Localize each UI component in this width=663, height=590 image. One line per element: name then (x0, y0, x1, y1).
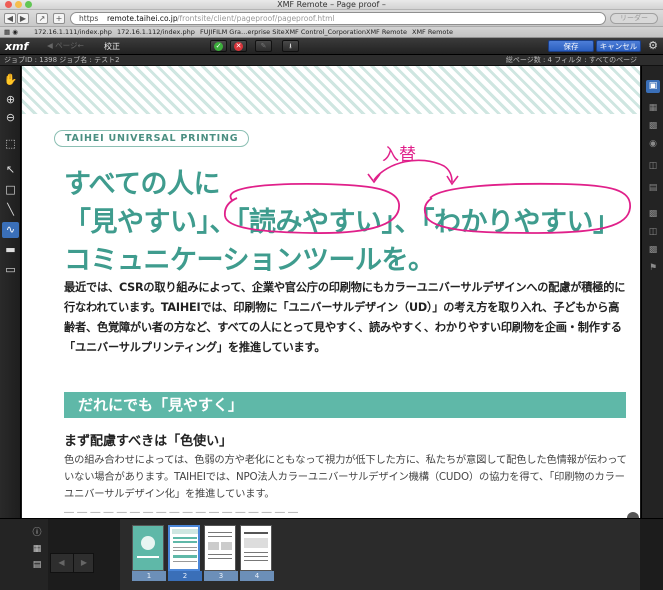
headline-line-3: コミュニケーションツールを。 (64, 245, 435, 276)
back-button[interactable]: ◀ (4, 13, 16, 24)
color-paragraph: 色の組み合わせによっては、色弱の方や老化にともなって視力が低下した方に、私たちが… (64, 454, 627, 500)
reject-button[interactable]: ✕ (230, 40, 247, 52)
xmf-logo: xmf (5, 40, 29, 53)
page-number-1: 1 (132, 571, 166, 581)
app-toolbar: xmf ◀ ページ← 校正 ✓ ✕ ✎ ⭳ 保存 キャンセル ⚙ (0, 38, 663, 55)
bookmarks-bar: ▦ ◉ 172.16.1.111/index.php 172.16.1.112/… (0, 27, 663, 38)
page-thumbnail-1[interactable] (132, 525, 164, 571)
freehand-tool-icon[interactable]: ∿ (2, 222, 19, 238)
back-icon: ◀ (6, 14, 14, 23)
forward-icon: ▶ (19, 14, 27, 23)
annotation-arrowhead-right (446, 175, 459, 186)
right-panel: ▣ ▦ ▩ ◉ ◫ ▤ ▩ ◫ ▩ ⚑ (641, 66, 663, 518)
thumbnail-panel: ⓘ ▦ ▤ ◀ ▶ 1 2 3 4 (0, 518, 663, 590)
headline-line-2: 「見やすい」、「読みやすい」、「わかりやすい」 (64, 207, 620, 238)
bookmark-item[interactable]: 172.16.1.112/index.php (117, 28, 195, 36)
bookmark-item[interactable]: XMF Control_Corporation (285, 28, 366, 36)
section-title: だれにでも「見やすく」 (78, 396, 244, 414)
download-button[interactable]: ⭳ (282, 40, 299, 52)
bookmark-item[interactable]: XMF Remote (366, 28, 407, 36)
reader-button[interactable]: リーダー (610, 13, 658, 24)
tool-palette: ✋ ⊕ ⊖ ⬚ ↖ □ ╲ ∿ ▬ ▭ (0, 66, 21, 518)
info-icon[interactable]: ⓘ (31, 527, 43, 539)
address-field[interactable]: https remote.taihei.co.jp /frontsite/cli… (70, 12, 606, 25)
bookmarks-book-icon[interactable]: ▦ ◉ (4, 28, 18, 36)
brand-pill: TAIHEI UNIVERSAL PRINTING (54, 130, 250, 147)
page-filter-info: 総ページ数 : 4 フィルタ : すべてのページ (505, 56, 637, 64)
page-number-3: 3 (204, 571, 238, 581)
densitometer-icon[interactable]: ▤ (646, 182, 660, 195)
save-button[interactable]: 保存 (548, 40, 594, 52)
headline-line-1: すべての人に (64, 169, 221, 200)
approve-button[interactable]: ✓ (210, 40, 227, 52)
page-view-icon[interactable]: ▣ (646, 80, 660, 93)
layers-icon[interactable]: ▦ (646, 102, 660, 115)
page-thumbnail-2[interactable] (168, 525, 200, 571)
rectangle-tool-icon[interactable]: □ (2, 182, 19, 198)
mode-label: 校正 (104, 42, 120, 51)
previous-page-button[interactable]: ◀ ページ← (47, 40, 97, 52)
pan-tool-icon[interactable]: ✋ (2, 72, 19, 88)
gear-icon[interactable]: ⚙ (646, 39, 660, 53)
checkmark-icon: ✓ (214, 42, 223, 51)
compare-icon[interactable]: ◫ (646, 160, 660, 173)
pager-prev-button[interactable]: ◀ (51, 554, 72, 572)
section-header: だれにでも「見やすく」 (64, 392, 626, 418)
browser-toolbar: ◀ ▶ ↗ + https remote.taihei.co.jp /front… (0, 10, 663, 27)
thumbnail-strip: 1 2 3 4 (120, 519, 640, 590)
bookmark-item[interactable]: FUJIFILM Gra…erprise Site (200, 28, 285, 36)
arrow-tool-icon[interactable]: ↖ (2, 162, 19, 178)
annotation-arrowhead-left (367, 173, 381, 184)
page-pager: ◀ ▶ (50, 553, 94, 573)
grid-view-icon[interactable]: ▩ (646, 208, 660, 221)
share-icon: ↗ (38, 14, 46, 23)
zoom-out-icon[interactable]: ⊖ (2, 110, 19, 126)
url-path: /frontsite/client/pageproof/pageproof.ht… (177, 14, 335, 23)
note-tool-icon[interactable]: ▬ (2, 242, 19, 258)
subheading: まず配慮すべきは「色使い」 (64, 434, 233, 449)
share-button[interactable]: ↗ (36, 13, 48, 24)
cross-icon: ✕ (234, 42, 243, 51)
cut-off-text: ― ― ― ― ― ― ― ― ― ― ― ― ― ― ― ― ― ― (64, 510, 299, 516)
bookmark-item[interactable]: 172.16.1.111/index.php (34, 28, 112, 36)
page-number-2: 2 (168, 571, 202, 581)
pages-icon[interactable]: ▦ (31, 543, 43, 555)
job-info: ジョブID : 1398 ジョブ名 : テスト2 (4, 56, 120, 64)
two-page-icon[interactable]: ◫ (646, 226, 660, 239)
page-proof-viewer[interactable]: TAIHEI UNIVERSAL PRINTING すべての人に 「見やすい」、… (22, 66, 640, 518)
pencil-icon: ✎ (260, 42, 267, 50)
new-tab-button[interactable]: + (53, 13, 65, 24)
page-thumbnail-3[interactable] (204, 525, 236, 571)
url-host: remote.taihei.co.jp (107, 14, 178, 23)
bookmark-item[interactable]: XMF Remote (412, 28, 453, 36)
annotation-swap-label: 入替 (382, 145, 416, 165)
color-picker-icon[interactable]: ◉ (646, 138, 660, 151)
page-thumbnail-4[interactable] (240, 525, 272, 571)
forward-button[interactable]: ▶ (17, 13, 29, 24)
separations-icon[interactable]: ▩ (646, 120, 660, 133)
pager-next-button[interactable]: ▶ (73, 554, 94, 572)
line-tool-icon[interactable]: ╲ (2, 202, 19, 218)
intro-paragraph: 最近では、CSRの取り組みによって、企業や官公庁の印刷物にもカラーユニバーサルデ… (64, 281, 626, 354)
flag-icon[interactable]: ⚑ (646, 262, 660, 275)
eraser-tool-icon[interactable]: ▭ (2, 262, 19, 278)
url-scheme: https (79, 14, 99, 23)
reset-view-icon[interactable]: ▩ (646, 244, 660, 257)
cancel-button[interactable]: キャンセル (596, 40, 641, 52)
window-titlebar: XMF Remote – Page proof – (0, 0, 663, 10)
comments-icon[interactable]: ▤ (31, 559, 43, 571)
page-header-pattern (22, 66, 640, 114)
download-icon: ⭳ (289, 42, 292, 50)
thumbnail-side-tools: ⓘ ▦ ▤ (0, 519, 48, 590)
plus-icon: + (55, 14, 63, 23)
marquee-select-icon[interactable]: ⬚ (2, 136, 19, 152)
page-number-4: 4 (240, 571, 274, 581)
zoom-in-icon[interactable]: ⊕ (2, 92, 19, 108)
job-info-bar: ジョブID : 1398 ジョブ名 : テスト2 総ページ数 : 4 フィルタ … (0, 55, 663, 66)
edit-button[interactable]: ✎ (255, 40, 272, 52)
window-title: XMF Remote – Page proof – (277, 0, 386, 9)
